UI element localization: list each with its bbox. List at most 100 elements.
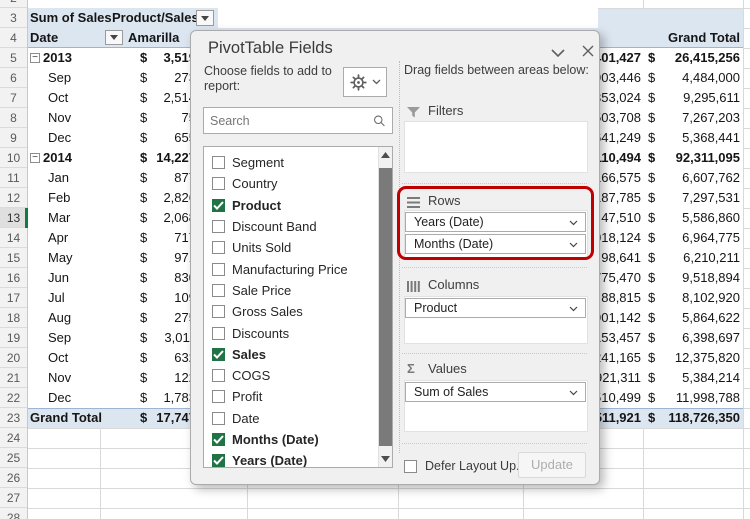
grand-total-row-label[interactable]: Grand Total bbox=[30, 408, 102, 428]
tools-gear-button[interactable] bbox=[343, 67, 387, 97]
field-checkbox[interactable] bbox=[212, 305, 225, 319]
defer-layout-checkbox[interactable] bbox=[404, 459, 417, 473]
field-checkbox[interactable] bbox=[212, 156, 225, 170]
grand-total-value[interactable]: 92,311,095 bbox=[655, 148, 740, 168]
amarilla-value[interactable]: 655 bbox=[146, 128, 196, 148]
row-label[interactable]: Oct bbox=[48, 88, 68, 108]
row-label[interactable]: 2013 bbox=[43, 48, 72, 68]
row-label[interactable]: Sep bbox=[48, 328, 71, 348]
grand-total-value[interactable]: 7,297,531 bbox=[655, 188, 740, 208]
pivot-value-caption[interactable]: Sum of Sales bbox=[30, 8, 112, 28]
field-checkbox[interactable] bbox=[212, 198, 225, 212]
field-checkbox[interactable] bbox=[212, 326, 225, 340]
field-item-country[interactable]: Country bbox=[204, 173, 392, 194]
field-item-months-date-[interactable]: Months (Date) bbox=[204, 429, 392, 450]
field-item-segment[interactable]: Segment bbox=[204, 152, 392, 173]
column-field-filter-button[interactable] bbox=[196, 10, 214, 26]
values-area-pill-1[interactable]: Sum of Sales bbox=[405, 382, 586, 402]
field-checkbox[interactable] bbox=[212, 283, 225, 297]
row-header-25[interactable]: 25 bbox=[0, 448, 27, 468]
amarilla-value[interactable]: 75 bbox=[146, 108, 196, 128]
row-header-13[interactable]: 13 bbox=[0, 208, 28, 228]
row-header-2[interactable]: 2 bbox=[0, 0, 27, 8]
field-item-cogs[interactable]: COGS bbox=[204, 365, 392, 386]
row-header-21[interactable]: 21 bbox=[0, 368, 27, 388]
row-label[interactable]: Jan bbox=[48, 168, 69, 188]
amarilla-value[interactable]: 830 bbox=[146, 268, 196, 288]
field-item-units-sold[interactable]: Units Sold bbox=[204, 237, 392, 258]
field-item-profit[interactable]: Profit bbox=[204, 386, 392, 407]
row-header-18[interactable]: 18 bbox=[0, 308, 27, 328]
row-label[interactable]: Apr bbox=[48, 228, 68, 248]
row-header-10[interactable]: 10 bbox=[0, 148, 27, 168]
field-item-discount-band[interactable]: Discount Band bbox=[204, 216, 392, 237]
row-header-27[interactable]: 27 bbox=[0, 488, 27, 508]
column-header-amarilla[interactable]: Amarilla bbox=[128, 28, 179, 48]
field-checkbox[interactable] bbox=[212, 347, 225, 361]
filters-area-dropzone[interactable] bbox=[404, 121, 588, 173]
grand-total-value[interactable]: 26,415,256 bbox=[655, 48, 740, 68]
rows-area-pill-1[interactable]: Years (Date) bbox=[405, 212, 586, 232]
amarilla-value[interactable]: 122 bbox=[146, 368, 196, 388]
amarilla-value[interactable]: 2,068 bbox=[146, 208, 196, 228]
grand-total-value[interactable]: 9,518,894 bbox=[655, 268, 740, 288]
row-header-8[interactable]: 8 bbox=[0, 108, 27, 128]
amarilla-value[interactable]: 3,011 bbox=[146, 328, 196, 348]
row-header-20[interactable]: 20 bbox=[0, 348, 27, 368]
grand-total-value[interactable]: 118,726,350 bbox=[655, 408, 740, 428]
field-checkbox[interactable] bbox=[212, 241, 225, 255]
row-header-26[interactable]: 26 bbox=[0, 468, 27, 488]
row-header-4[interactable]: 4 bbox=[0, 28, 27, 48]
grand-total-value[interactable]: 6,607,762 bbox=[655, 168, 740, 188]
field-item-discounts[interactable]: Discounts bbox=[204, 322, 392, 343]
row-label[interactable]: 2014 bbox=[43, 148, 72, 168]
grand-total-value[interactable]: 4,484,000 bbox=[655, 68, 740, 88]
scroll-up-button[interactable] bbox=[379, 147, 392, 163]
row-header-11[interactable]: 11 bbox=[0, 168, 27, 188]
field-item-manufacturing-price[interactable]: Manufacturing Price bbox=[204, 258, 392, 279]
pane-options-chevron-button[interactable] bbox=[549, 44, 567, 62]
amarilla-value[interactable]: 14,227 bbox=[146, 148, 196, 168]
row-header-15[interactable]: 15 bbox=[0, 248, 27, 268]
field-checkbox[interactable] bbox=[212, 454, 225, 467]
row-header-19[interactable]: 19 bbox=[0, 328, 27, 348]
row-label[interactable]: Oct bbox=[48, 348, 68, 368]
row-header-28[interactable]: 28 bbox=[0, 508, 27, 519]
collapse-button[interactable]: − bbox=[30, 153, 40, 163]
row-header-23[interactable]: 23 bbox=[0, 408, 27, 428]
grand-total-value[interactable]: 5,864,622 bbox=[655, 308, 740, 328]
collapse-button[interactable]: − bbox=[30, 53, 40, 63]
amarilla-value[interactable]: 2,826 bbox=[146, 188, 196, 208]
grand-total-value[interactable]: 9,295,611 bbox=[655, 88, 740, 108]
row-label[interactable]: Jun bbox=[48, 268, 69, 288]
update-button[interactable]: Update bbox=[518, 452, 586, 478]
row-label[interactable]: Nov bbox=[48, 108, 71, 128]
field-checkbox[interactable] bbox=[212, 390, 225, 404]
field-checkbox[interactable] bbox=[212, 369, 225, 383]
amarilla-value[interactable]: 971 bbox=[146, 248, 196, 268]
amarilla-value[interactable]: 717 bbox=[146, 228, 196, 248]
field-item-sales[interactable]: Sales bbox=[204, 344, 392, 365]
field-item-product[interactable]: Product bbox=[204, 195, 392, 216]
amarilla-value[interactable]: 275 bbox=[146, 308, 196, 328]
row-label[interactable]: Feb bbox=[48, 188, 70, 208]
field-checkbox[interactable] bbox=[212, 220, 225, 234]
date-filter-button[interactable] bbox=[105, 30, 123, 45]
pane-close-button[interactable] bbox=[579, 42, 597, 60]
amarilla-value[interactable]: 109 bbox=[146, 288, 196, 308]
grand-total-value[interactable]: 6,210,211 bbox=[655, 248, 740, 268]
row-label[interactable]: Jul bbox=[48, 288, 65, 308]
grand-total-value[interactable]: 12,375,820 bbox=[655, 348, 740, 368]
field-item-sale-price[interactable]: Sale Price bbox=[204, 280, 392, 301]
amarilla-value[interactable]: 877 bbox=[146, 168, 196, 188]
field-checkbox[interactable] bbox=[212, 411, 225, 425]
amarilla-value[interactable]: 1,783 bbox=[146, 388, 196, 408]
column-header-grand-total[interactable]: Grand Total bbox=[643, 28, 740, 48]
grand-total-value[interactable]: 5,368,441 bbox=[655, 128, 740, 148]
row-label[interactable]: Aug bbox=[48, 308, 71, 328]
field-checkbox[interactable] bbox=[212, 433, 225, 446]
columns-area-pill-1[interactable]: Product bbox=[405, 298, 586, 318]
row-label[interactable]: May bbox=[48, 248, 73, 268]
grand-total-value[interactable]: 7,267,203 bbox=[655, 108, 740, 128]
row-label[interactable]: Nov bbox=[48, 368, 71, 388]
